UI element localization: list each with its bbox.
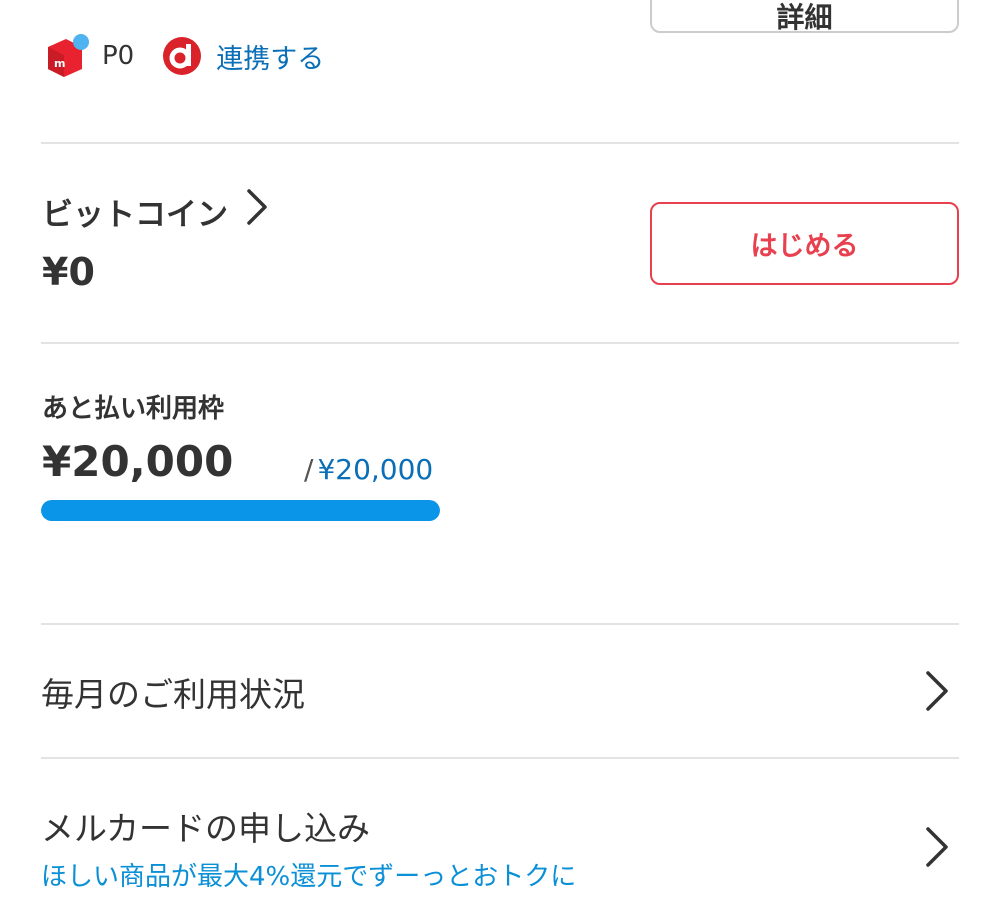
credit-limit: / ¥20,000	[304, 453, 433, 486]
merpoint-value: P0	[102, 41, 135, 71]
chevron-right-icon	[246, 188, 268, 234]
start-button-label: はじめる	[750, 231, 859, 262]
credit-slash: /	[304, 453, 314, 486]
mercari-point-icon: m	[44, 33, 90, 79]
bitcoin-value: ¥0	[42, 250, 95, 294]
credit-title: あと払い利用枠	[42, 394, 225, 424]
detail-button[interactable]: 詳細	[650, 0, 959, 33]
points-row: m P0 連携する	[44, 34, 324, 78]
chevron-right-icon	[925, 826, 949, 872]
credit-progress-fill	[41, 500, 440, 521]
divider	[41, 342, 959, 344]
credit-limit-value: ¥20,000	[317, 453, 434, 486]
credit-progress-bar	[41, 500, 440, 521]
credit-available: ¥20,000	[42, 437, 234, 486]
bitcoin-start-button[interactable]: はじめる	[650, 202, 959, 285]
dpoint-link[interactable]: 連携する	[216, 37, 324, 76]
monthly-usage-label: 毎月のご利用状況	[41, 675, 305, 714]
mercard-apply-row[interactable]: メルカードの申し込み ほしい商品が最大4%還元でずーっとおトクに	[41, 802, 959, 902]
detail-button-label: 詳細	[776, 0, 833, 33]
divider	[41, 142, 959, 144]
divider	[41, 623, 959, 625]
divider	[41, 757, 959, 759]
bitcoin-title: ビットコイン	[42, 196, 228, 233]
mercard-apply-subtext: ほしい商品が最大4%還元でずーっとおトクに	[41, 862, 577, 892]
chevron-right-icon	[925, 670, 949, 716]
monthly-usage-row[interactable]: 毎月のご利用状況	[41, 668, 959, 718]
d-point-icon	[162, 36, 202, 76]
bitcoin-title-link[interactable]: ビットコイン	[42, 188, 268, 234]
mercard-apply-label: メルカードの申し込み	[41, 809, 371, 848]
svg-text:m: m	[54, 57, 65, 70]
